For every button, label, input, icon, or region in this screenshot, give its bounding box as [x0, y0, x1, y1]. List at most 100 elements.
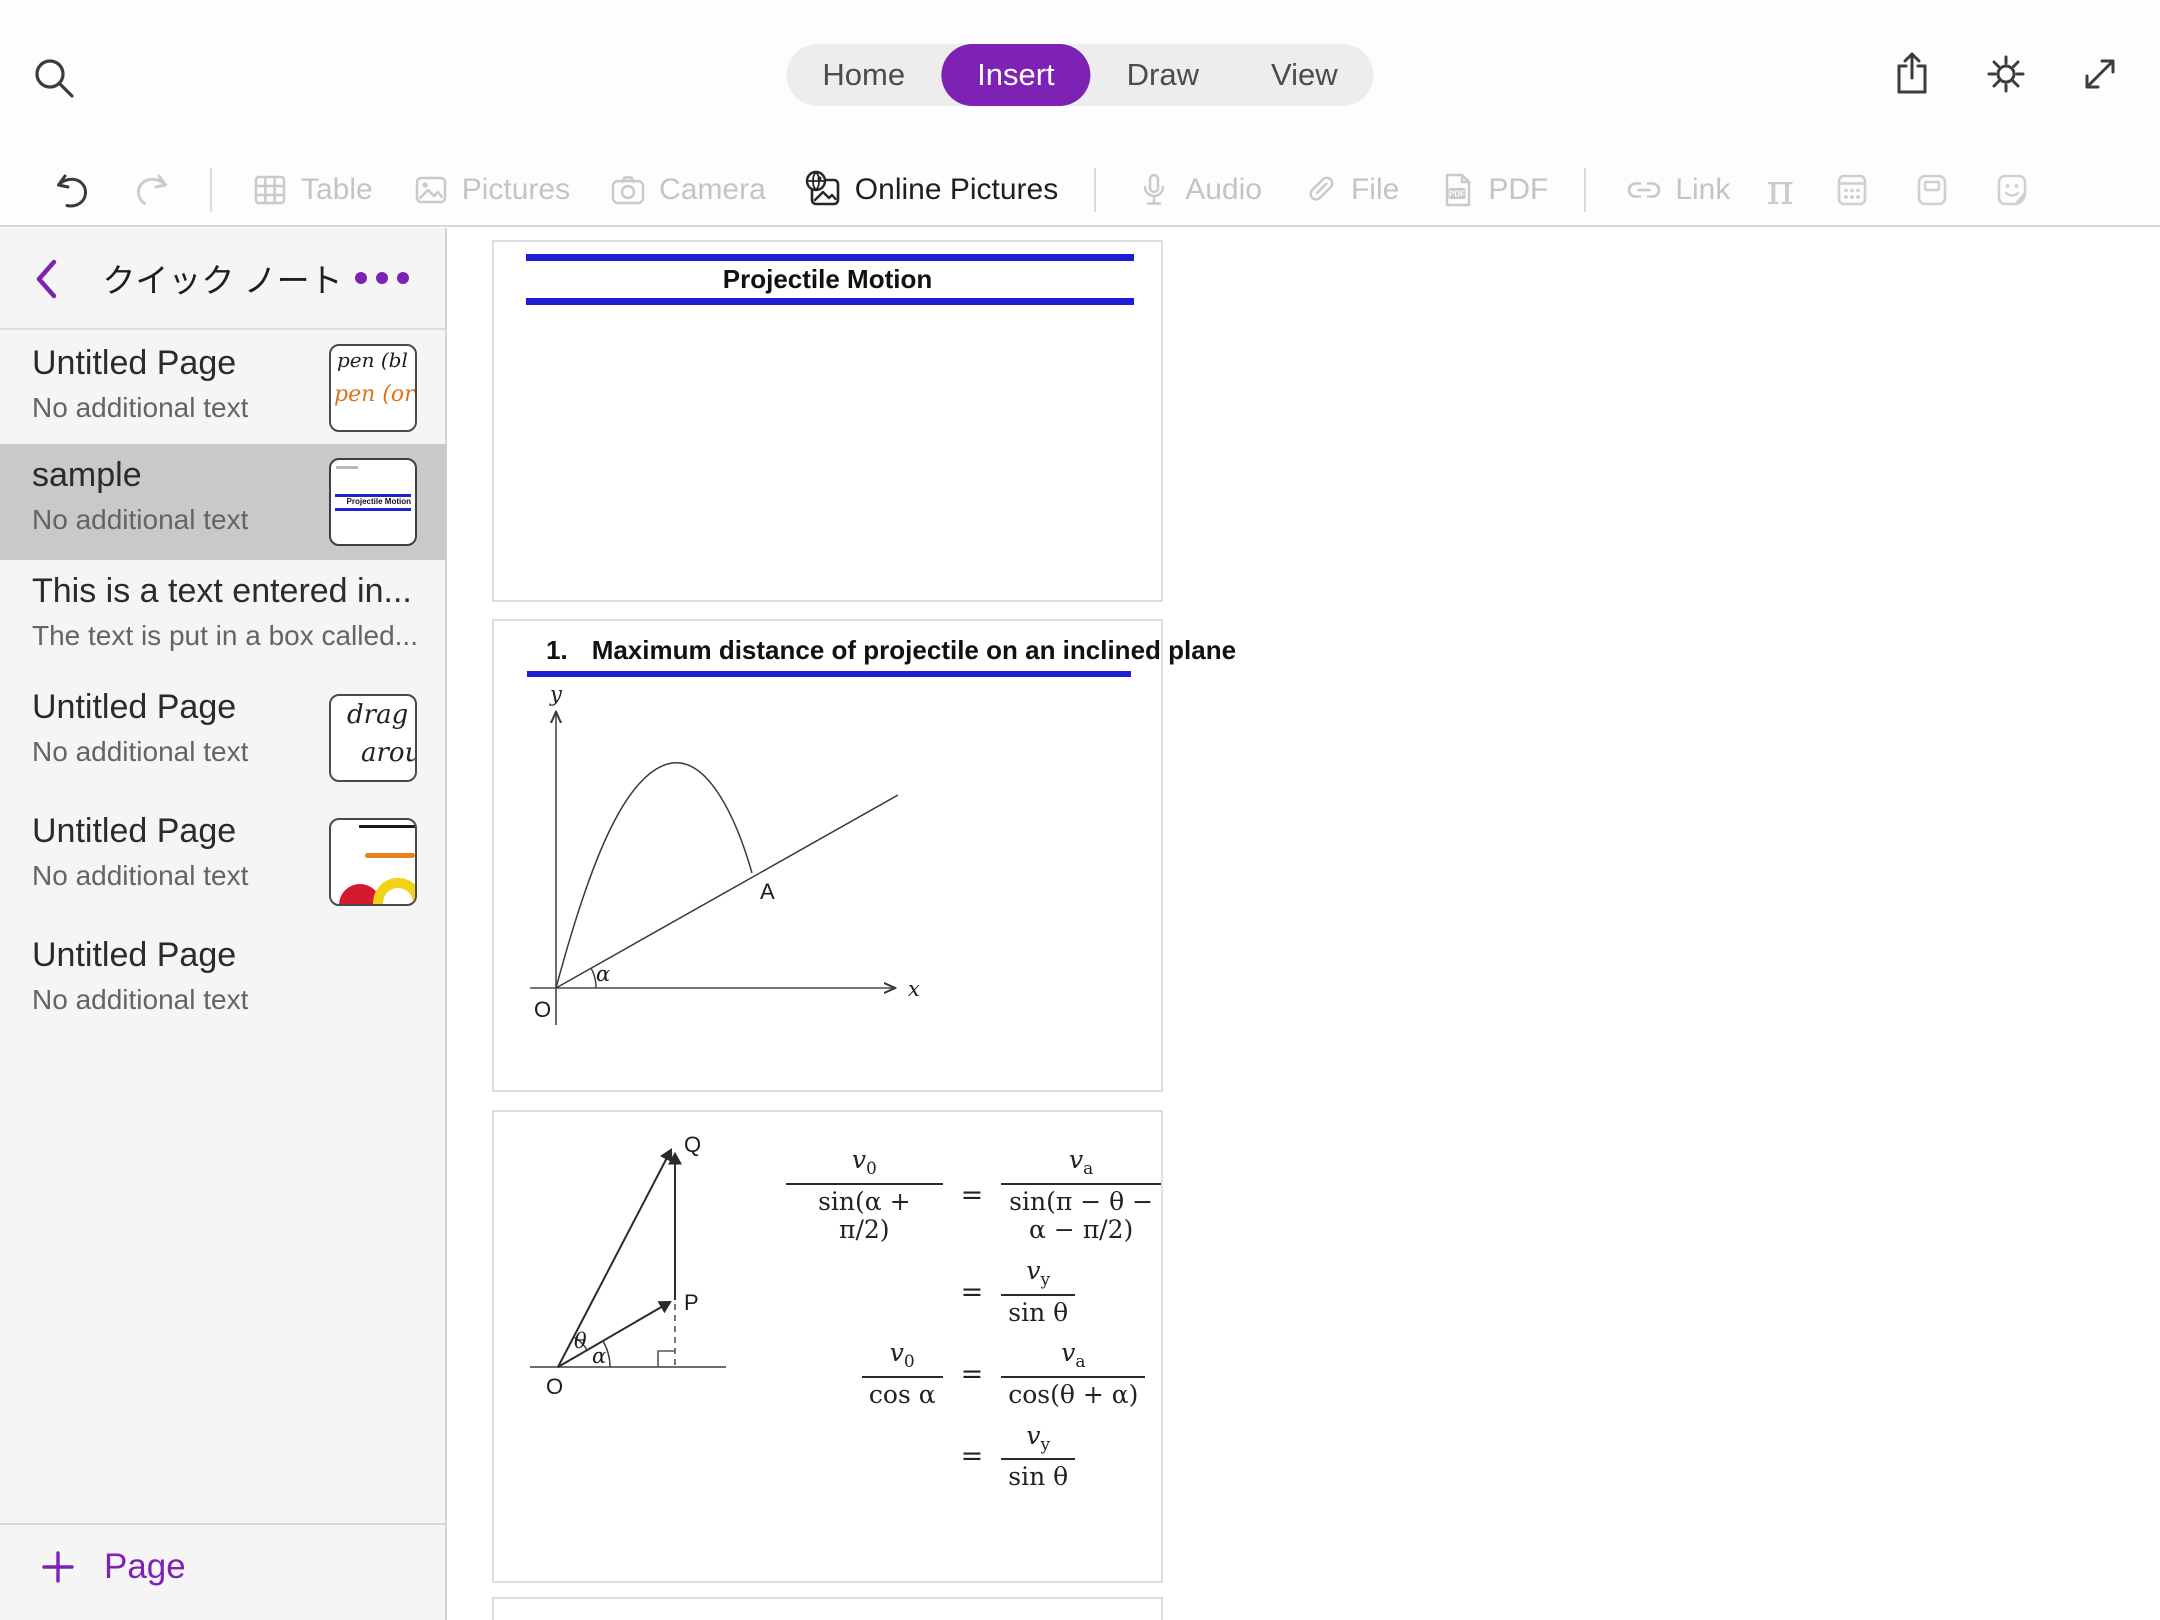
thumb-heading-text: Projectile Motion [347, 497, 411, 506]
camera-icon [606, 168, 650, 212]
thumb-ink-stroke-black [359, 825, 415, 828]
sticker-icon [1990, 168, 2034, 212]
origin-label: O [534, 997, 551, 1022]
plus-icon [38, 1547, 78, 1587]
fraction: va cos(θ + α) [1001, 1339, 1145, 1409]
fraction: v0 cos α [862, 1339, 943, 1409]
fullscreen-button[interactable] [2074, 48, 2126, 100]
online-pictures-label: Online Pictures [855, 173, 1058, 207]
back-button[interactable] [30, 254, 64, 304]
insert-audio-button[interactable]: Audio [1132, 168, 1262, 212]
search-button[interactable] [28, 52, 80, 104]
note-block-title[interactable]: Projectile Motion [492, 240, 1163, 602]
page-list-item[interactable]: Untitled Page No additional text [0, 800, 447, 924]
page-list-item[interactable]: Untitled Page No additional text drag ar… [0, 676, 447, 800]
note-block-vectors-equations[interactable]: θ α O Q P v0 sin(α + π/2) = va sin(π − [492, 1110, 1163, 1583]
toolbar-divider [210, 168, 212, 212]
page-subtitle: No additional text [32, 504, 248, 536]
pdf-icon: PDF [1435, 168, 1479, 212]
undo-button[interactable] [50, 168, 94, 212]
insert-file-button[interactable]: File [1298, 168, 1399, 212]
settings-button[interactable] [1980, 48, 2032, 100]
point-p-label: P [684, 1290, 699, 1315]
page-title: Untitled Page [32, 936, 236, 975]
link-label: Link [1675, 173, 1730, 207]
alpha-angle-label: α [592, 1344, 606, 1368]
page-thumbnail [329, 818, 417, 906]
audio-label: Audio [1185, 173, 1262, 207]
page-title: Untitled Page [32, 688, 236, 727]
insert-table-button[interactable]: Table [248, 168, 373, 212]
equations-block: v0 sin(α + π/2) = va sin(π − θ − α − π/2… [786, 1146, 1161, 1492]
tab-home[interactable]: Home [786, 44, 941, 106]
insert-equation-button[interactable]: π [1766, 168, 1794, 212]
pdf-label: PDF [1488, 173, 1548, 207]
redo-icon [130, 168, 174, 212]
ellipsis-icon [397, 272, 409, 284]
thumb-ink-text: pen (ora [334, 382, 417, 407]
insert-meeting-details-button[interactable] [1910, 168, 1954, 212]
insert-link-button[interactable]: Link [1622, 168, 1730, 212]
share-button[interactable] [1886, 48, 1938, 100]
page-list-item[interactable]: Untitled Page No additional text pen (bl… [0, 332, 447, 444]
insert-online-pictures-button[interactable]: Online Pictures [802, 168, 1058, 212]
expand-icon [2074, 48, 2126, 100]
pictures-label: Pictures [462, 173, 570, 207]
fraction: vy sin θ [1001, 1422, 1075, 1492]
insert-pdf-button[interactable]: PDF PDF [1435, 168, 1548, 212]
window-icon [1910, 168, 1954, 212]
page-list-item[interactable]: Untitled Page No additional text [0, 924, 447, 1048]
page-thumbnail: Projectile Motion [329, 458, 417, 546]
redo-button[interactable] [130, 168, 174, 212]
more-options-button[interactable] [355, 272, 409, 284]
equation-pi-icon: π [1766, 168, 1794, 212]
thumb-ink-blob-yellow [373, 878, 417, 906]
top-header-bar: Home Insert Draw View [0, 0, 2160, 155]
note-page-title: Projectile Motion [494, 264, 1161, 295]
tab-draw[interactable]: Draw [1091, 44, 1235, 106]
fraction: vy sin θ [1001, 1257, 1075, 1327]
tab-view[interactable]: View [1235, 44, 1374, 106]
sidebar-header: クイック ノート [0, 228, 445, 330]
fraction: v0 sin(α + π/2) [786, 1146, 943, 1245]
equals-sign: = [955, 1359, 990, 1390]
top-right-actions [1886, 48, 2126, 100]
title-rule-top [526, 254, 1134, 261]
tab-insert[interactable]: Insert [941, 44, 1091, 106]
online-pictures-icon [802, 168, 846, 212]
file-label: File [1351, 173, 1399, 207]
page-title: Untitled Page [32, 344, 236, 383]
fraction: va sin(π − θ − α − π/2) [1001, 1146, 1161, 1245]
ellipsis-icon [355, 272, 367, 284]
insert-camera-button[interactable]: Camera [606, 168, 766, 212]
axis-x-label: x [908, 977, 920, 1001]
page-list-item-selected[interactable]: sample No additional text Projectile Mot… [0, 444, 447, 560]
gear-icon [1980, 48, 2032, 100]
theta-angle-label: θ [574, 1329, 587, 1353]
date-keypad-icon [1830, 168, 1874, 212]
thumb-ink-stroke-orange [365, 853, 415, 858]
insert-date-button[interactable] [1830, 168, 1874, 212]
page-list-item[interactable]: This is a text entered in... The text is… [0, 560, 447, 676]
add-page-label: Page [104, 1547, 186, 1587]
page-subtitle: The text is put in a box called... [32, 620, 418, 652]
point-q-label: Q [684, 1132, 701, 1157]
table-label: Table [301, 173, 373, 207]
thumb-blue-line [335, 508, 411, 511]
note-block-partial[interactable] [492, 1597, 1163, 1620]
page-subtitle: No additional text [32, 984, 248, 1016]
insert-pictures-button[interactable]: Pictures [409, 168, 570, 212]
add-page-button[interactable]: Page [38, 1547, 186, 1587]
note-canvas[interactable]: Projectile Motion 1. Maximum distance of… [448, 228, 2160, 1620]
sidebar-footer: Page [0, 1523, 447, 1620]
equals-sign: = [955, 1277, 990, 1308]
thumb-date-smudge [336, 466, 358, 469]
page-thumbnail: pen (bl pen (ora [329, 344, 417, 432]
note-block-diagram-trajectory[interactable]: 1. Maximum distance of projectile on an … [492, 619, 1163, 1092]
insert-sticker-button[interactable] [1990, 168, 2034, 212]
thumb-ink-text: pen (bl [337, 348, 408, 372]
undo-icon [50, 168, 94, 212]
point-a-label: A [760, 879, 775, 904]
pictures-icon [409, 168, 453, 212]
paperclip-icon [1298, 168, 1342, 212]
